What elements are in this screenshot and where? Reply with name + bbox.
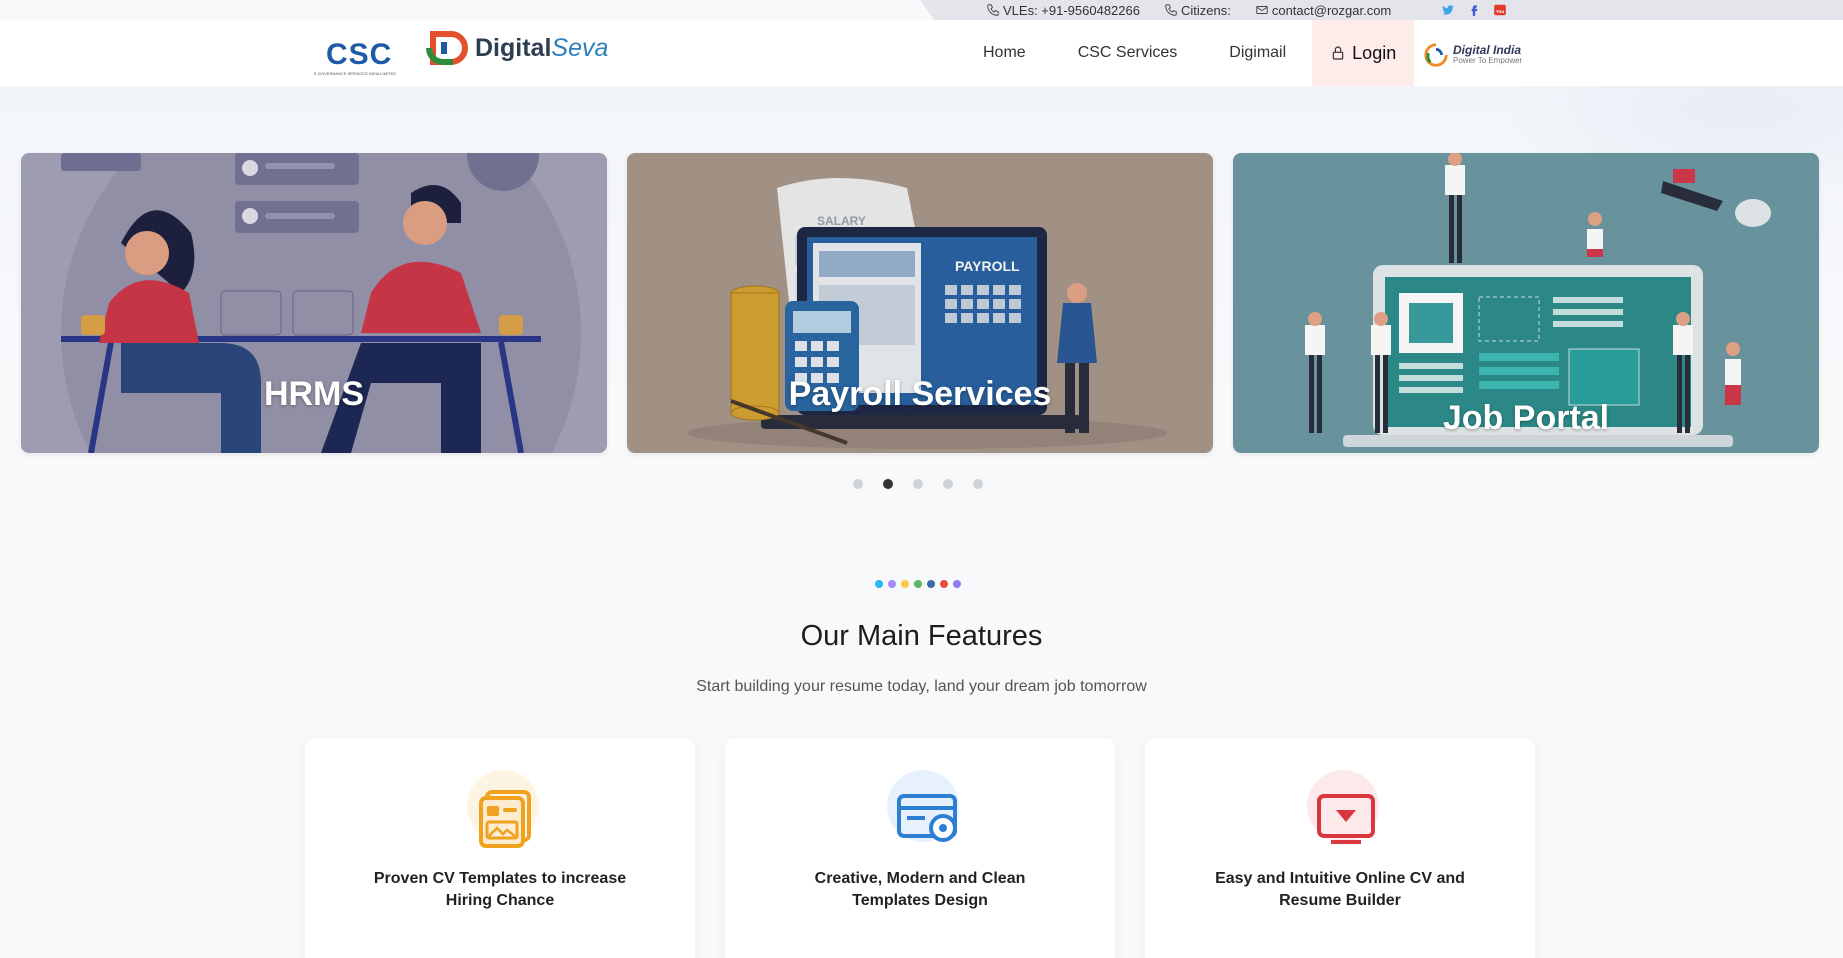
csc-logo[interactable]: CSC E-GOVERNANCE SERVICES INDIA LIMITED (306, 30, 404, 78)
svg-text:You: You (1496, 9, 1505, 14)
digital-seva-logo[interactable]: DigitalSeva (425, 28, 608, 68)
features-subtitle: Start building your resume today, land y… (696, 678, 1147, 695)
csc-logo-sub: E-GOVERNANCE SERVICES INDIA LIMITED (314, 71, 396, 76)
nav-home[interactable]: Home (957, 20, 1052, 86)
features-title: Our Main Features (800, 620, 1043, 652)
carousel-dot[interactable] (943, 479, 953, 489)
divider-dot (901, 580, 909, 588)
digital-india-mark-icon (1424, 43, 1448, 67)
citizens-phone-text: Citizens: (1180, 2, 1231, 18)
site-header: CSC E-GOVERNANCE SERVICES INDIA LIMITED … (0, 20, 1843, 86)
template-design-icon (887, 770, 959, 842)
slide-title: Job Portal (1442, 399, 1610, 437)
carousel-dot[interactable] (913, 479, 923, 489)
divider-dot (940, 580, 948, 588)
feature-text: Proven CV Templates to increase Hiring C… (373, 870, 627, 909)
login-label: Login (1352, 42, 1397, 63)
feature-cards: Proven CV Templates to increase Hiring C… (305, 738, 1535, 958)
feature-text: Creative, Modern and Clean Templates Des… (814, 870, 1026, 909)
cv-template-icon (467, 770, 539, 848)
feature-card-cv-templates[interactable]: Proven CV Templates to increase Hiring C… (305, 738, 695, 958)
top-info-bar: VLEs: +91-9560482266 Citizens: contact@r… (920, 0, 1843, 20)
carousel-dot-active[interactable] (883, 479, 893, 489)
facebook-icon[interactable] (1467, 3, 1481, 17)
vle-phone-text: VLEs: +91-9560482266 (1003, 2, 1140, 18)
digital-india-title: Digital India (1453, 43, 1522, 57)
divider-dot (914, 580, 922, 588)
svg-text:CSC: CSC (326, 38, 392, 71)
phone-icon (1165, 4, 1177, 16)
feature-card-resume-builder[interactable]: Easy and Intuitive Online CV and Resume … (1145, 738, 1535, 958)
digital-seva-text: DigitalSeva (475, 33, 609, 62)
mail-icon (1256, 6, 1268, 14)
lock-icon (1332, 46, 1344, 60)
divider-dot (875, 580, 883, 588)
divider-dot (927, 580, 935, 588)
resume-builder-icon (1307, 770, 1379, 844)
carousel-dot[interactable] (853, 479, 863, 489)
login-button[interactable]: Login (1312, 20, 1415, 86)
nav-csc-services[interactable]: CSC Services (1052, 20, 1204, 86)
digital-india-sub: Power To Empower (1453, 56, 1523, 65)
citizens-phone[interactable]: Citizens: (1164, 3, 1231, 18)
youtube-icon[interactable]: You (1493, 3, 1507, 17)
colored-dots-divider (875, 580, 961, 588)
feature-text: Easy and Intuitive Online CV and Resume … (1215, 870, 1465, 909)
carousel: HRMS SALARY PAYROLL (21, 153, 1819, 453)
main-nav: Home CSC Services Digimail Login (957, 20, 1415, 86)
divider-dot (953, 580, 961, 588)
carousel-slide-job-portal[interactable]: Job Portal (1233, 153, 1819, 453)
nav-digimail[interactable]: Digimail (1203, 20, 1312, 86)
carousel-slide-hrms[interactable]: HRMS (21, 153, 607, 453)
digital-india-logo[interactable]: Digital India Power To Empower (1423, 42, 1522, 68)
carousel-dots (853, 479, 983, 489)
contact-email-text: contact@rozgar.com (1271, 2, 1392, 18)
divider-dot (888, 580, 896, 588)
phone-icon (987, 4, 999, 16)
carousel-slide-payroll[interactable]: SALARY PAYROLL (627, 153, 1213, 453)
contact-email[interactable]: contact@rozgar.com (1255, 3, 1391, 18)
feature-card-template-design[interactable]: Creative, Modern and Clean Templates Des… (725, 738, 1115, 958)
carousel-dot[interactable] (973, 479, 983, 489)
vle-phone[interactable]: VLEs: +91-9560482266 (986, 3, 1140, 18)
slide-title: Payroll Services (788, 375, 1052, 413)
social-links: You (1441, 3, 1507, 17)
digital-seva-mark-icon (426, 31, 468, 65)
twitter-icon[interactable] (1441, 3, 1455, 17)
slide-title: HRMS (263, 375, 365, 413)
